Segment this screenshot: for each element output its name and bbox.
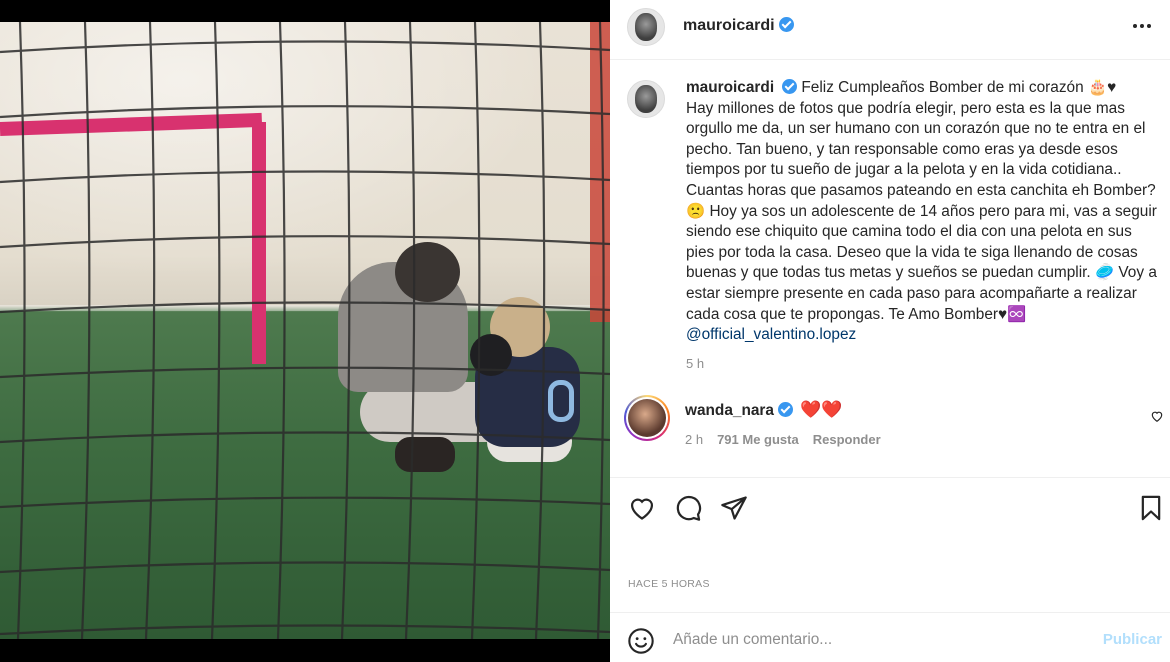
comment-time[interactable]: 2 h — [685, 432, 703, 447]
caption-username[interactable]: mauroicardi — [686, 79, 774, 96]
verified-badge-icon — [777, 402, 793, 417]
caption-mention-link[interactable]: @official_valentino.lopez — [686, 326, 856, 343]
caption-line-1: Feliz Cumpleaños Bomber de mi corazón 🎂♥ — [801, 79, 1117, 96]
goal-net-overlay — [0, 22, 610, 639]
comment-likes[interactable]: 791 Me gusta — [717, 432, 799, 447]
verified-badge-icon — [782, 79, 798, 94]
avatar-image — [635, 85, 657, 113]
comment-icon[interactable] — [674, 494, 702, 522]
comment-row: wanda_nara ❤️❤️ 2 h 791 Me gusta Responder — [610, 395, 1170, 455]
avatar-image — [628, 399, 666, 437]
more-dot — [1140, 24, 1144, 28]
comment-meta: 2 h 791 Me gusta Responder — [685, 432, 895, 447]
like-heart-icon[interactable] — [628, 494, 656, 522]
commenter-avatar[interactable] — [624, 395, 670, 441]
more-dot — [1133, 24, 1137, 28]
action-bar — [610, 478, 1170, 538]
comment-like-heart-icon[interactable] — [1150, 409, 1164, 423]
share-paper-plane-icon[interactable] — [720, 494, 748, 522]
post-time-label[interactable]: HACE 5 HORAS — [628, 578, 710, 590]
comment-input[interactable] — [673, 625, 1073, 655]
author-username[interactable]: mauroicardi — [683, 17, 775, 34]
more-options-button[interactable] — [1128, 12, 1156, 40]
comment-text: ❤️❤️ — [800, 400, 843, 419]
caption-avatar[interactable] — [627, 80, 665, 118]
save-bookmark-icon[interactable] — [1137, 494, 1165, 522]
author-name-row: mauroicardi — [683, 17, 794, 35]
publish-button[interactable]: Publicar — [1103, 631, 1162, 648]
post-panel: mauroicardi mauroicardi Feliz Cumpleaños… — [610, 0, 1170, 662]
reply-button[interactable]: Responder — [813, 432, 881, 447]
caption: mauroicardi Feliz Cumpleaños Bomber de m… — [686, 78, 1161, 346]
avatar-image — [635, 13, 657, 41]
post-header: mauroicardi — [610, 0, 1170, 60]
commenter-username[interactable]: wanda_nara — [685, 402, 774, 419]
add-comment-bar: Publicar — [610, 612, 1170, 662]
post-media[interactable] — [0, 0, 610, 662]
avatar-ring — [626, 397, 668, 439]
verified-badge-icon — [778, 17, 794, 32]
comment-text-row: wanda_nara ❤️❤️ — [685, 400, 843, 420]
comments-area: mauroicardi Feliz Cumpleaños Bomber de m… — [610, 60, 1170, 478]
more-dot — [1147, 24, 1151, 28]
caption-body: Hay millones de fotos que podría elegir,… — [686, 99, 1157, 323]
emoji-smiley-icon[interactable] — [627, 627, 655, 655]
caption-timestamp[interactable]: 5 h — [686, 356, 704, 371]
author-avatar[interactable] — [627, 8, 665, 46]
